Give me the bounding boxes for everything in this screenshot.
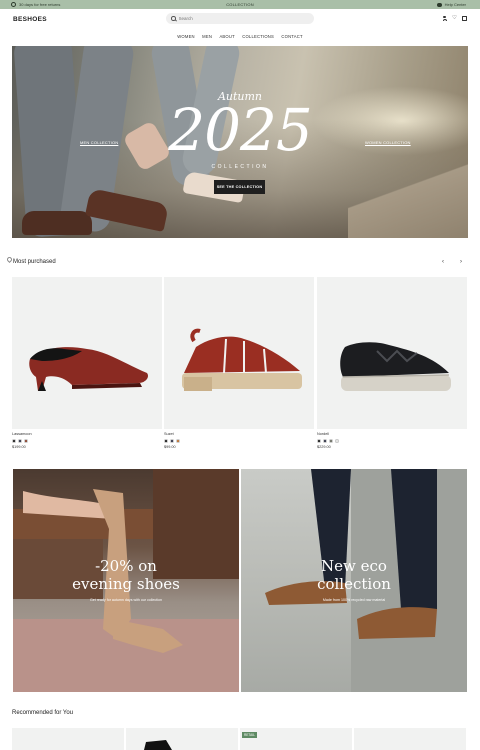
chat-icon: [436, 2, 442, 7]
product-card[interactable]: Suzet $99.00: [164, 277, 314, 449]
nav-item-women[interactable]: WOMEN: [177, 34, 195, 39]
product-name: Suzet: [164, 432, 174, 436]
announcement-center-text: COLLECTION: [226, 2, 254, 7]
product-card[interactable]: [12, 728, 124, 750]
product-name: Lassamoon: [12, 432, 32, 436]
product-card[interactable]: Lassamoon $199.00: [12, 277, 162, 449]
section-title-recommended: Recommended for You: [12, 710, 74, 716]
promo-title-line2: collection: [317, 575, 391, 593]
product-name: Nordell: [317, 432, 330, 436]
brand-logo[interactable]: BESHOES: [13, 16, 47, 23]
hero-year: 2025: [168, 96, 313, 164]
account-icon[interactable]: [442, 16, 447, 21]
color-swatch[interactable]: [24, 439, 28, 443]
boot-image: [144, 740, 172, 750]
nav-item-collections[interactable]: COLLECTIONS: [242, 34, 274, 39]
men-collection-link[interactable]: MEN COLLECTION: [80, 140, 118, 145]
product-image[interactable]: [164, 277, 314, 429]
promo-evening-shoes[interactable]: -20% on evening shoes Get ready for autu…: [13, 469, 239, 692]
cart-icon[interactable]: [462, 16, 467, 21]
search-icon: [171, 16, 176, 21]
product-card[interactable]: RETAIL: [240, 728, 352, 750]
header-icons: ♡: [442, 15, 467, 21]
nav-item-about[interactable]: ABOUT: [219, 34, 234, 39]
help-center-label: Help Center: [444, 2, 466, 7]
color-swatches: [317, 439, 467, 443]
pin-icon: [5, 255, 14, 264]
retail-badge: RETAIL: [242, 732, 257, 738]
color-swatches: [164, 439, 314, 443]
promo-title-line1: -20% on: [95, 557, 157, 575]
next-arrow-button[interactable]: ›: [456, 257, 466, 267]
color-swatch[interactable]: [12, 439, 16, 443]
color-swatches: [12, 439, 162, 443]
site-header: BESHOES ♡: [0, 9, 480, 29]
product-image[interactable]: [317, 277, 467, 429]
product-price: $199.00: [12, 444, 26, 449]
promo-title-line2: evening shoes: [72, 575, 180, 593]
recommended-row: RETAIL: [12, 728, 468, 750]
promo-subtitle: Get ready for autumn days with our colle…: [89, 598, 163, 602]
nav-item-men[interactable]: MEN: [202, 34, 212, 39]
prev-arrow-button[interactable]: ‹: [438, 257, 448, 267]
product-price: $229.00: [317, 444, 331, 449]
color-swatch[interactable]: [176, 439, 180, 443]
section-title-most-purchased: Most purchased: [13, 259, 56, 265]
color-swatch[interactable]: [164, 439, 168, 443]
hero-collection-label: COLLECTION: [211, 164, 269, 170]
color-swatch[interactable]: [170, 439, 174, 443]
wishlist-icon[interactable]: ♡: [452, 15, 457, 21]
hero-banner: Autumn 2025 COLLECTION SEE THE COLLECTIO…: [12, 46, 468, 238]
color-swatch[interactable]: [329, 439, 333, 443]
help-center-link[interactable]: Help Center: [436, 2, 466, 7]
announcement-bar: 30 days for free returns COLLECTION Help…: [0, 0, 480, 9]
color-swatch[interactable]: [323, 439, 327, 443]
color-swatch[interactable]: [317, 439, 321, 443]
carousel-arrows: ‹ ›: [438, 257, 466, 267]
product-card[interactable]: [354, 728, 466, 750]
main-nav: WOMEN MEN ABOUT COLLECTIONS CONTACT: [0, 34, 480, 39]
women-collection-link[interactable]: WOMEN COLLECTION: [365, 140, 411, 145]
color-swatch[interactable]: [335, 439, 339, 443]
search-input[interactable]: [178, 16, 299, 21]
promo-subtitle: Made from 100% recycled raw material: [322, 598, 386, 602]
promo-title-line1: New eco: [321, 557, 387, 575]
promo-eco-collection[interactable]: New eco collection Made from 100% recycl…: [241, 469, 467, 692]
sandal-shoe-image: [182, 328, 302, 391]
hero-text: Autumn 2025 COLLECTION SEE THE COLLECTIO…: [12, 46, 468, 238]
search-bar[interactable]: [166, 13, 314, 24]
product-price: $99.00: [164, 444, 176, 449]
product-card[interactable]: [126, 728, 238, 750]
product-card[interactable]: Nordell $229.00: [317, 277, 467, 449]
loafer-shoe-image: [29, 347, 148, 391]
color-swatch[interactable]: [18, 439, 22, 443]
nav-item-contact[interactable]: CONTACT: [281, 34, 302, 39]
see-collection-button[interactable]: SEE THE COLLECTION: [214, 180, 265, 194]
sneaker-shoe-image: [340, 342, 451, 391]
product-image[interactable]: [12, 277, 162, 429]
